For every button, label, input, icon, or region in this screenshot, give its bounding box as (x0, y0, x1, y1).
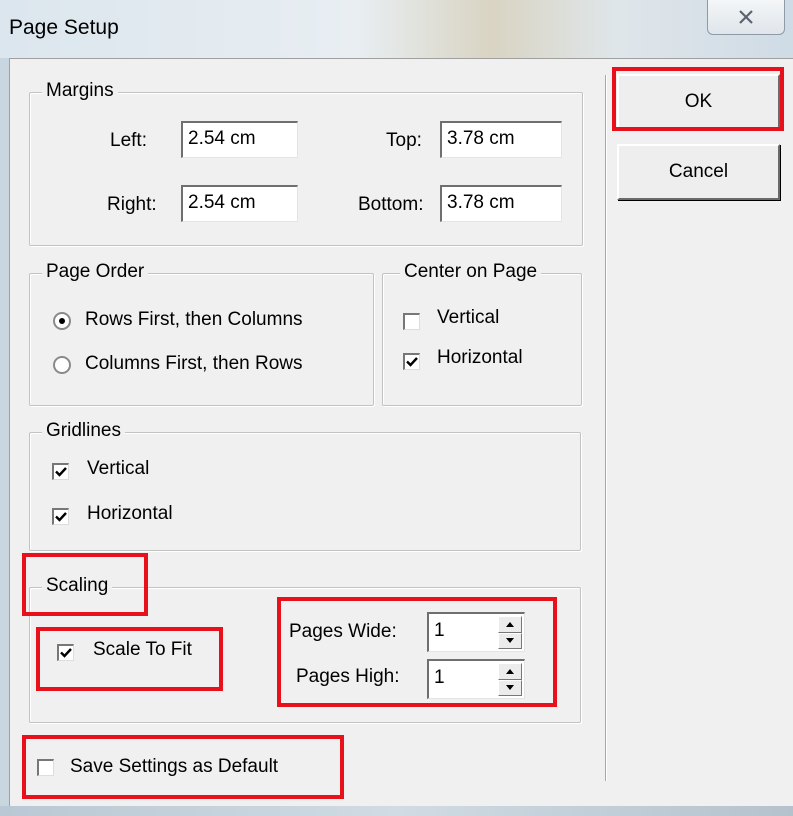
center-vertical-label[interactable]: Vertical (437, 307, 499, 329)
radio-selected-dot (59, 318, 65, 324)
window-title: Page Setup (9, 16, 119, 39)
checkmark-icon (406, 357, 418, 367)
down-arrow-icon (506, 638, 514, 644)
scaling-legend: Scaling (42, 575, 113, 597)
spin-up-button[interactable] (498, 663, 522, 680)
checkmark-icon (60, 648, 72, 658)
gridlines-vertical-label[interactable]: Vertical (87, 458, 149, 480)
center-horizontal-label[interactable]: Horizontal (437, 347, 523, 369)
cancel-button[interactable]: Cancel (617, 144, 780, 200)
center-on-page-legend: Center on Page (400, 261, 542, 283)
ok-button[interactable]: OK (617, 74, 780, 130)
center-on-page-group: Center on Page Vertical Horizontal (382, 261, 582, 406)
up-arrow-icon (506, 621, 514, 627)
columns-first-radio[interactable] (53, 356, 71, 374)
left-margin-label: Left: (110, 130, 147, 151)
pages-high-value: 1 (434, 667, 445, 688)
gridlines-group: Gridlines Vertical Horizontal (29, 420, 581, 551)
margins-legend: Margins (42, 80, 118, 102)
rows-first-label[interactable]: Rows First, then Columns (85, 309, 303, 331)
pages-wide-value: 1 (434, 620, 445, 641)
save-default-checkbox[interactable] (37, 759, 54, 776)
close-icon (739, 10, 753, 24)
pages-high-spinner[interactable]: 1 (427, 659, 525, 699)
scale-to-fit-label[interactable]: Scale To Fit (93, 639, 192, 661)
pages-wide-label: Pages Wide: (289, 621, 397, 642)
bottom-margin-label: Bottom: (358, 194, 424, 215)
dialog-body: Margins Left: 2.54 cm Top: 3.78 cm Right… (9, 58, 793, 807)
checkmark-icon (55, 512, 67, 522)
page-order-legend: Page Order (42, 261, 149, 283)
spin-down-button[interactable] (498, 632, 522, 649)
scaling-group: Scaling Scale To Fit Pages Wide: 1 Pages… (29, 575, 581, 723)
close-button[interactable] (707, 0, 785, 35)
bottom-margin-input[interactable]: 3.78 cm (440, 185, 562, 222)
pages-wide-spin-buttons (498, 616, 522, 649)
top-margin-input[interactable]: 3.78 cm (440, 121, 562, 158)
spin-up-button[interactable] (498, 616, 522, 633)
down-arrow-icon (506, 685, 514, 691)
save-default-label[interactable]: Save Settings as Default (70, 756, 278, 778)
columns-first-label[interactable]: Columns First, then Rows (85, 353, 303, 375)
left-margin-input[interactable]: 2.54 cm (181, 121, 298, 158)
page-order-group: Page Order Rows First, then Columns Colu… (29, 261, 374, 406)
gridlines-horizontal-label[interactable]: Horizontal (87, 503, 173, 525)
window-bottom-edge (0, 806, 793, 816)
gridlines-horizontal-checkbox[interactable] (52, 508, 69, 525)
gridlines-vertical-checkbox[interactable] (52, 463, 69, 480)
scale-to-fit-checkbox[interactable] (57, 644, 74, 661)
margins-group: Margins Left: 2.54 cm Top: 3.78 cm Right… (29, 80, 583, 246)
up-arrow-icon (506, 668, 514, 674)
checkmark-icon (55, 467, 67, 477)
rows-first-radio[interactable] (53, 312, 71, 330)
right-margin-label: Right: (107, 194, 157, 215)
title-bar: Page Setup (0, 0, 793, 58)
pages-high-label: Pages High: (296, 666, 400, 687)
top-margin-label: Top: (386, 130, 422, 151)
gridlines-legend: Gridlines (42, 420, 125, 442)
center-vertical-checkbox[interactable] (403, 313, 420, 330)
pages-wide-spinner[interactable]: 1 (427, 612, 525, 652)
vertical-divider (605, 75, 607, 781)
pages-high-spin-buttons (498, 663, 522, 696)
spin-down-button[interactable] (498, 679, 522, 696)
right-margin-input[interactable]: 2.54 cm (181, 185, 298, 222)
center-horizontal-checkbox[interactable] (403, 353, 420, 370)
